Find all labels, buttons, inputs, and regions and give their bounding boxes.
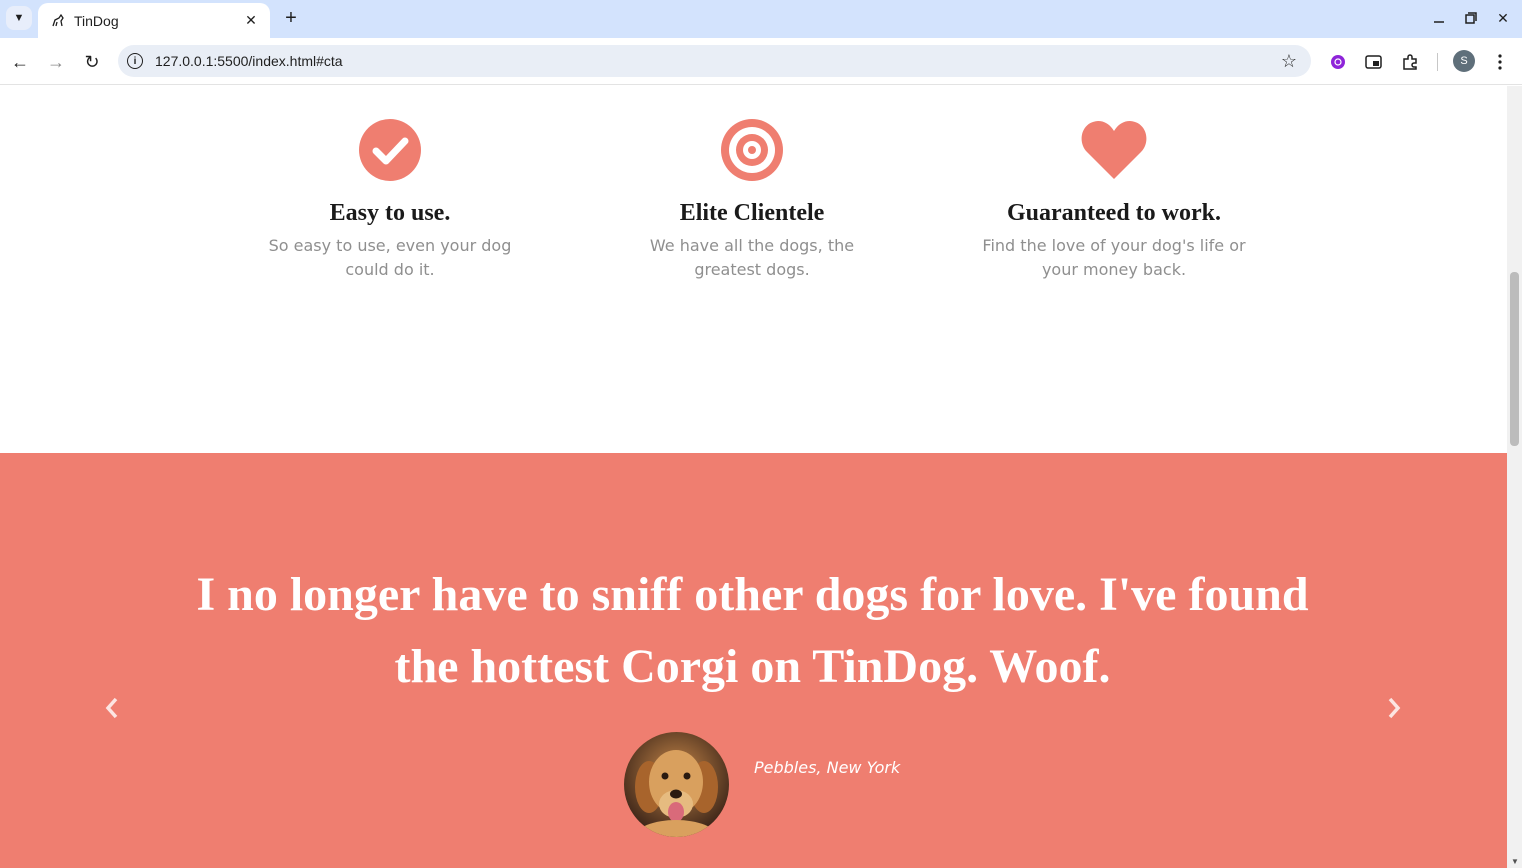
carousel-next-button[interactable] xyxy=(1379,693,1409,723)
back-icon[interactable]: ← xyxy=(7,49,33,75)
feature-title: Guaranteed to work. xyxy=(1007,200,1221,226)
more-vert-icon[interactable] xyxy=(1488,50,1512,74)
bullseye-icon xyxy=(721,119,783,181)
browser-tab[interactable]: TinDog ✕ xyxy=(38,3,270,38)
plus-icon[interactable]: + xyxy=(280,7,302,29)
heart-icon xyxy=(1081,121,1147,179)
browser-toolbar: ← → ↻ i 127.0.0.1:5500/index.html#cta ☆ … xyxy=(0,38,1522,85)
info-icon[interactable]: i xyxy=(127,53,143,69)
dog-avatar-icon xyxy=(624,732,729,837)
carousel-prev-button[interactable] xyxy=(97,693,127,723)
testimonial-author: Pebbles, New York xyxy=(754,758,901,777)
feature-title: Elite Clientele xyxy=(679,200,825,226)
page-scrollbar[interactable]: ▼ xyxy=(1507,86,1522,868)
scrollbar-thumb[interactable] xyxy=(1510,272,1519,446)
toolbar-separator xyxy=(1437,53,1438,71)
avatar[interactable]: S xyxy=(1453,50,1475,72)
feature-text: Find the love of your dog's life or your… xyxy=(982,236,1246,279)
reload-icon[interactable]: ↻ xyxy=(79,49,105,75)
tindog-favicon-icon xyxy=(48,11,68,31)
extension-purple-icon[interactable] xyxy=(1326,50,1350,74)
check-circle-icon xyxy=(359,119,421,181)
chevron-right-icon xyxy=(1388,697,1401,719)
star-icon[interactable]: ☆ xyxy=(1281,51,1297,72)
feature-title: Easy to use. xyxy=(329,200,451,226)
puzzle-icon[interactable] xyxy=(1398,50,1422,74)
testimonial-quote: I no longer have to sniff other dogs for… xyxy=(196,568,1309,693)
scroll-down-icon[interactable]: ▼ xyxy=(1511,857,1519,866)
window-close-icon[interactable]: ✕ xyxy=(1491,7,1515,29)
url-text[interactable]: 127.0.0.1:5500/index.html#cta xyxy=(155,53,1281,69)
feature-text: So easy to use, even your dog could do i… xyxy=(268,236,512,279)
browser-tabstrip: ▼ TinDog ✕ + ✕ xyxy=(0,0,1522,38)
address-bar[interactable]: i 127.0.0.1:5500/index.html#cta ☆ xyxy=(118,45,1311,77)
chevron-left-icon xyxy=(105,697,118,719)
feature-text: We have all the dogs, the greatest dogs. xyxy=(649,236,855,279)
minimize-icon[interactable] xyxy=(1427,7,1451,29)
tab-search-icon[interactable]: ▼ xyxy=(6,6,32,30)
page-viewport: Easy to use. So easy to use, even your d… xyxy=(0,86,1507,868)
features-section: Easy to use. So easy to use, even your d… xyxy=(0,86,1507,453)
picture-in-picture-icon[interactable] xyxy=(1362,50,1386,74)
close-icon[interactable]: ✕ xyxy=(242,12,260,30)
forward-icon[interactable]: → xyxy=(43,49,69,75)
testimonials-section: I no longer have to sniff other dogs for… xyxy=(0,453,1507,868)
restore-icon[interactable] xyxy=(1459,7,1483,29)
tab-title: TinDog xyxy=(74,12,119,29)
